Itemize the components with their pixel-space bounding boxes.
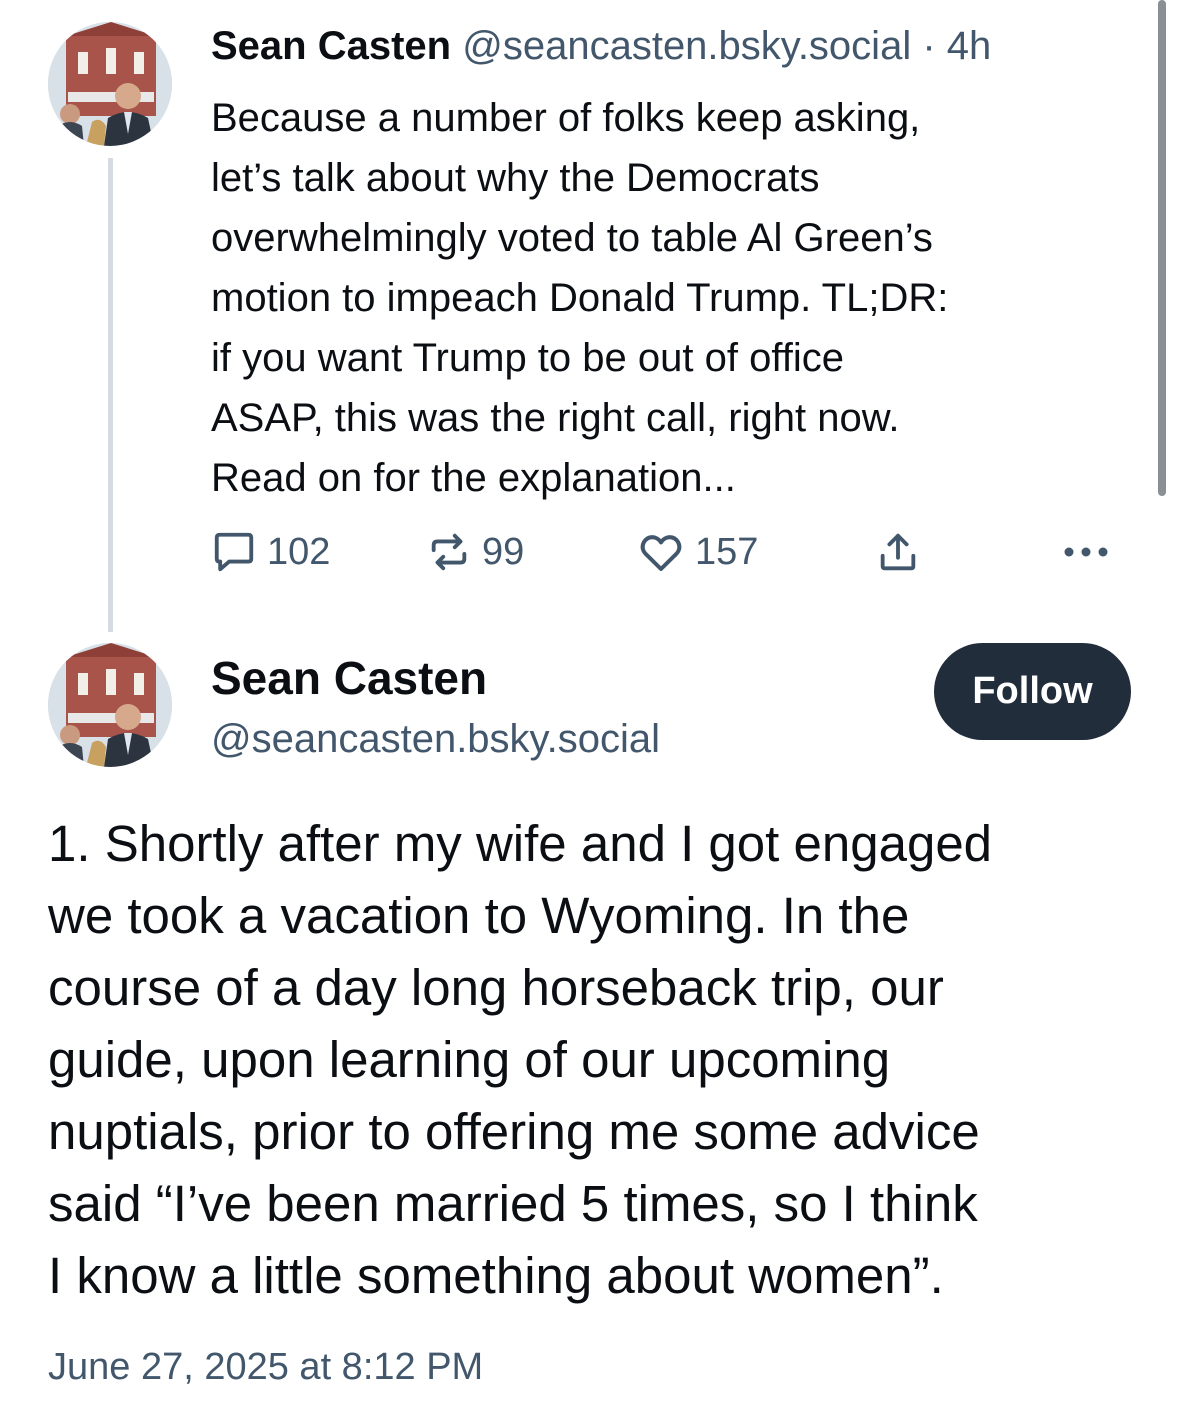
avatar[interactable] xyxy=(48,643,172,767)
scrollbar[interactable] xyxy=(1158,0,1166,496)
more-options-button[interactable] xyxy=(1061,524,1111,580)
like-count: 157 xyxy=(695,530,759,573)
follow-button[interactable]: Follow xyxy=(934,643,1131,740)
share-button[interactable] xyxy=(875,524,921,580)
author-name[interactable]: Sean Casten xyxy=(211,650,487,706)
author-handle[interactable]: @seancasten.bsky.social xyxy=(462,24,911,68)
post-actions: 102 99 157 xyxy=(211,524,1131,580)
post-age[interactable]: 4h xyxy=(947,24,992,68)
avatar[interactable] xyxy=(48,22,172,146)
reply-button[interactable]: 102 xyxy=(211,524,330,580)
repost-count: 99 xyxy=(482,530,525,573)
separator-dot: · xyxy=(922,24,936,68)
post-text: 1. Shortly after my wife and I got engag… xyxy=(48,815,993,1304)
repost-button[interactable]: 99 xyxy=(426,524,524,580)
post-header: Sean Casten @seancasten.bsky.social · 4h xyxy=(211,22,991,70)
reply-count: 102 xyxy=(267,530,331,573)
thread-line xyxy=(108,158,113,632)
like-button[interactable]: 157 xyxy=(637,524,758,580)
repost-icon xyxy=(431,533,467,571)
post-text: Because a number of folks keep asking, l… xyxy=(211,96,949,500)
more-icon xyxy=(1064,547,1108,557)
author-handle[interactable]: @seancasten.bsky.social xyxy=(211,714,660,764)
share-icon xyxy=(880,533,916,571)
like-icon xyxy=(640,535,682,571)
avatar-photo xyxy=(48,643,172,767)
avatar-photo xyxy=(48,22,172,146)
author-name[interactable]: Sean Casten xyxy=(211,24,451,68)
post-timestamp: June 27, 2025 at 8:12 PM xyxy=(48,1346,484,1388)
reply-icon xyxy=(214,532,254,572)
